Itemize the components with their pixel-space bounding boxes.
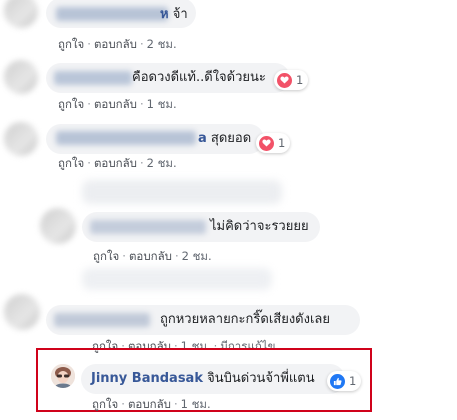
timestamp[interactable]: 1 ชม.	[147, 97, 177, 111]
separator: ·	[87, 97, 91, 111]
separator: ·	[121, 397, 125, 411]
reply-link[interactable]: ตอบกลับ	[128, 397, 171, 411]
avatar[interactable]	[4, 122, 38, 156]
heart-icon	[259, 135, 274, 151]
blurred-name	[54, 313, 150, 327]
separator: ·	[87, 156, 91, 170]
reply-link[interactable]: ตอบกลับ	[94, 37, 137, 51]
reaction-number: 1	[349, 374, 357, 388]
comment-actions: ถูกใจ · ตอบกลับ · 2 ชม.	[58, 37, 177, 51]
reply-link[interactable]: ตอบกลับ	[94, 97, 137, 111]
like-link[interactable]: ถูกใจ	[93, 249, 119, 263]
blurred-name	[54, 71, 132, 85]
separator: ·	[174, 249, 179, 263]
avatar[interactable]	[4, 0, 38, 28]
separator: ·	[122, 249, 126, 263]
separator: ·	[87, 37, 91, 51]
avatar[interactable]	[51, 364, 75, 388]
timestamp[interactable]: 2 ชม.	[147, 156, 177, 170]
blurred-name	[56, 7, 168, 21]
like-link[interactable]: ถูกใจ	[92, 397, 118, 411]
blurred-content	[82, 268, 272, 290]
reply-link[interactable]: ตอบกลับ	[94, 156, 137, 170]
comment-actions: ถูกใจ · ตอบกลับ · 1 ชม.	[92, 397, 211, 411]
comment-text: ห จ้า	[160, 7, 188, 22]
like-link[interactable]: ถูกใจ	[58, 37, 84, 51]
reaction-count[interactable]: 1	[327, 371, 362, 391]
separator: ·	[173, 397, 178, 411]
comment-actions: ถูกใจ · ตอบกลับ · 2 ชม.	[58, 156, 177, 170]
avatar[interactable]	[4, 60, 38, 94]
reaction-number: 1	[278, 136, 286, 150]
comment-text: a สุดยอด	[198, 131, 252, 146]
avatar[interactable]	[40, 208, 76, 244]
comment-text: ถูกหวยหลายกะกริ๊ดเสียงดังเลย	[160, 312, 330, 327]
timestamp[interactable]: 1 ชม.	[181, 397, 211, 411]
comment-text: คือดวงดีแท้..ดีใจด้วยนะ	[132, 70, 266, 85]
blurred-content	[82, 180, 282, 204]
separator: ·	[139, 37, 144, 51]
reaction-count[interactable]: 1	[274, 70, 309, 90]
separator: ·	[139, 97, 144, 111]
reaction-number: 1	[296, 73, 304, 87]
separator: ·	[139, 156, 144, 170]
blurred-name	[90, 220, 206, 234]
comment-actions: ถูกใจ · ตอบกลับ · 1 ชม.	[58, 97, 177, 111]
comment-text: Jinny Bandasak จินบินด่วนจ้าพี่แตน	[91, 371, 315, 386]
comment-text: ไม่คิดว่าจะรวยยย	[210, 219, 309, 234]
thumbs-up-icon	[330, 373, 345, 389]
timestamp[interactable]: 2 ชม.	[147, 37, 177, 51]
like-link[interactable]: ถูกใจ	[58, 156, 84, 170]
blurred-name	[56, 131, 196, 145]
reply-link[interactable]: ตอบกลับ	[129, 249, 172, 263]
commenter-name[interactable]: Jinny Bandasak	[91, 371, 203, 386]
avatar[interactable]	[4, 294, 40, 330]
comment-actions: ถูกใจ · ตอบกลับ · 2 ชม.	[93, 249, 212, 263]
profile-photo	[51, 364, 75, 388]
heart-icon	[277, 72, 292, 88]
reaction-count[interactable]: 1	[256, 133, 291, 153]
like-link[interactable]: ถูกใจ	[58, 97, 84, 111]
timestamp[interactable]: 2 ชม.	[182, 249, 212, 263]
